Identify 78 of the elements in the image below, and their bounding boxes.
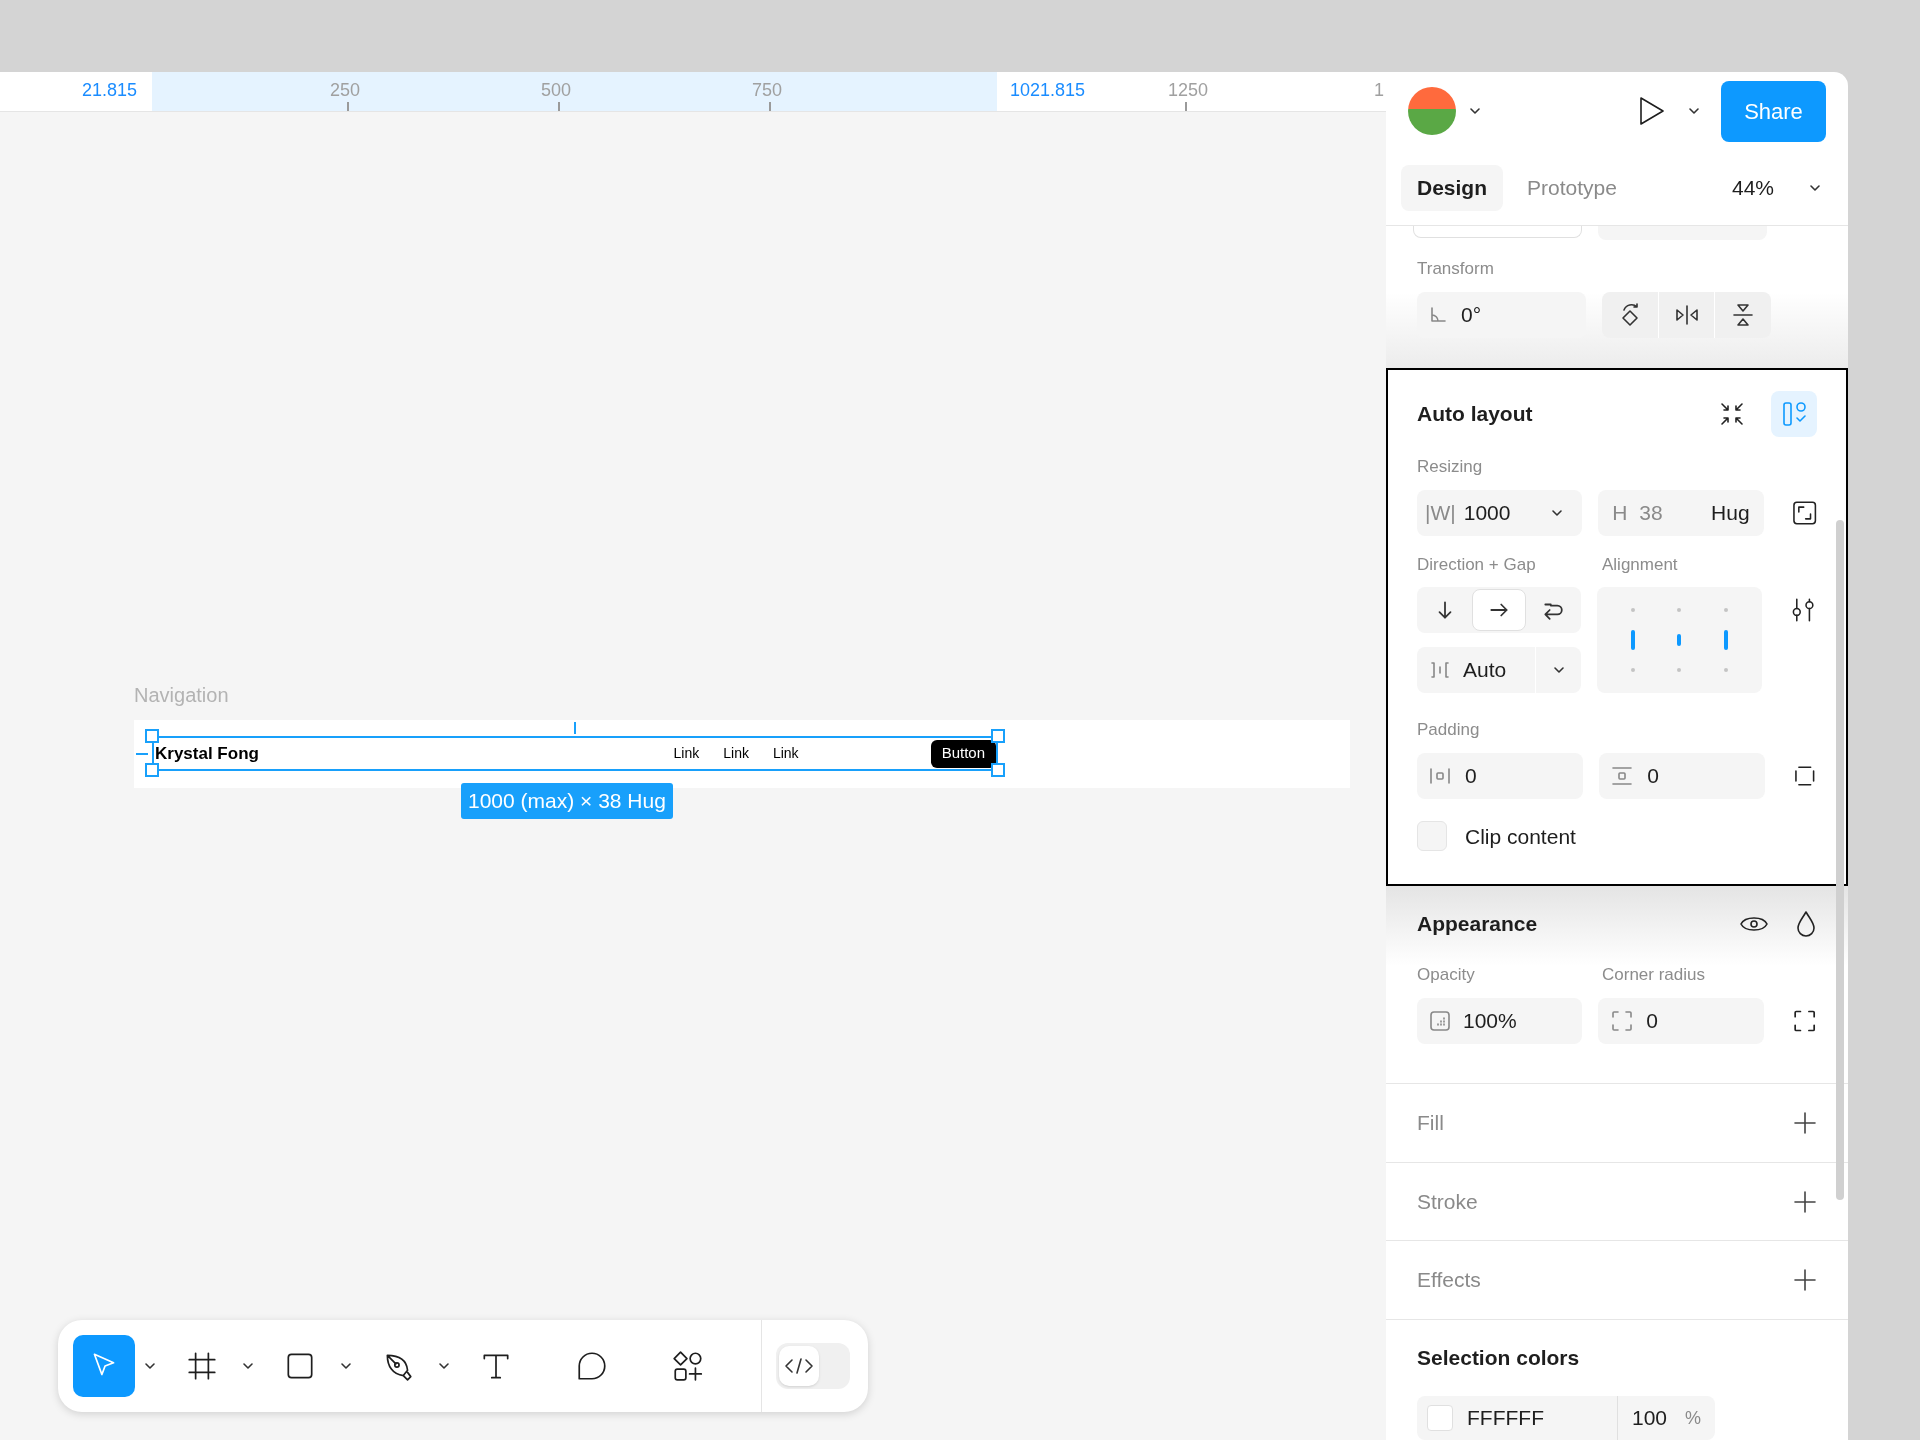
spacing-guide — [574, 722, 576, 734]
input-field[interactable] — [1413, 226, 1582, 238]
layout-guide-icon — [1780, 400, 1808, 428]
code-icon — [784, 1356, 814, 1376]
shapes-icon — [671, 1349, 705, 1383]
resize-handle[interactable] — [991, 729, 1005, 743]
size-label: 1000 (max) × 38 Hug — [461, 783, 673, 819]
individual-padding-icon[interactable] — [1793, 763, 1817, 788]
resize-icon[interactable] — [1791, 499, 1817, 526]
section-title: Selection colors — [1417, 1345, 1580, 1372]
section-title: Effects — [1417, 1267, 1481, 1294]
opacity-value: 100 — [1632, 1405, 1668, 1432]
vertical-padding-field[interactable]: 0 — [1599, 752, 1766, 799]
gap-field[interactable]: Auto — [1417, 647, 1582, 693]
section-title: Auto layout — [1417, 401, 1534, 428]
width-prefix: |W| — [1425, 499, 1456, 526]
section-label: Alignment — [1602, 554, 1678, 574]
height-mode: Hug — [1711, 499, 1750, 526]
ruler-label: 1 — [1374, 79, 1384, 102]
spacing-guide — [136, 753, 148, 755]
play-icon[interactable] — [1637, 95, 1667, 127]
section-title: Fill — [1417, 1110, 1444, 1137]
hex-value: FFFFFF — [1467, 1405, 1545, 1432]
vertical-padding-icon — [1611, 765, 1634, 786]
nav-link[interactable]: Link — [723, 743, 749, 764]
dev-mode-toggle[interactable] — [776, 1343, 850, 1389]
plus-icon[interactable] — [1793, 1189, 1817, 1214]
input-field[interactable] — [1598, 226, 1767, 240]
opacity-field[interactable]: 100% — [1417, 997, 1583, 1044]
section-label: Padding — [1417, 720, 1480, 739]
section-label: Resizing — [1417, 457, 1483, 476]
zoom-level[interactable]: 44% — [1731, 171, 1774, 204]
brand-name: Krystal Fong — [154, 742, 259, 765]
checkbox-label: Clip content — [1465, 823, 1576, 850]
section-title: Appearance — [1417, 911, 1539, 938]
width-field[interactable]: |W| 1000 — [1417, 489, 1583, 536]
angle-icon — [1429, 305, 1447, 324]
selected-tool-button[interactable] — [73, 1335, 135, 1397]
horizontal-padding-field[interactable]: 0 — [1417, 752, 1584, 799]
gap-icon — [1429, 660, 1451, 680]
nav-link[interactable]: Link — [673, 743, 700, 764]
opacity-icon — [1429, 1009, 1451, 1032]
section-label: Transform — [1417, 259, 1494, 278]
ruler-label: 250 — [330, 79, 361, 102]
frame-label: Navigation — [134, 683, 229, 708]
ruler-label: 1021.815 — [1010, 79, 1086, 102]
resize-handle[interactable] — [991, 763, 1005, 777]
drop-icon[interactable] — [1795, 910, 1817, 938]
section-title: Stroke — [1417, 1188, 1478, 1215]
percent-unit: % — [1685, 1406, 1702, 1430]
ruler-label: 21.815 — [82, 79, 138, 102]
section-label: Corner radius — [1602, 964, 1705, 986]
nav-link[interactable]: Link — [772, 743, 799, 764]
ruler-label: 750 — [752, 79, 783, 102]
height-field[interactable]: H 38 Hug — [1598, 489, 1764, 536]
color-field[interactable]: FFFFFF 100 % — [1417, 1396, 1715, 1440]
ruler-label: 1250 — [1168, 79, 1209, 102]
section-label: Direction + Gap — [1417, 554, 1536, 574]
plus-icon[interactable] — [1793, 1268, 1817, 1293]
ruler-label: 500 — [541, 79, 572, 102]
avatar[interactable] — [1408, 87, 1456, 135]
checkbox[interactable] — [1417, 821, 1447, 852]
resize-handle[interactable] — [145, 763, 159, 777]
panel-tab[interactable]: Design — [1401, 164, 1503, 211]
height-prefix: H — [1612, 499, 1628, 526]
collapse-arrows-icon[interactable] — [1719, 401, 1745, 427]
direction-option[interactable] — [1471, 589, 1527, 631]
plus-icon[interactable] — [1793, 1110, 1817, 1135]
speech-bubble-icon — [575, 1349, 609, 1383]
horizontal-padding-icon — [1429, 765, 1451, 786]
flip-horizontal-icon — [1673, 303, 1700, 326]
corner-radius-field[interactable]: 0 — [1598, 997, 1764, 1044]
section-label: Opacity — [1417, 965, 1475, 984]
flip-vertical-icon — [1732, 301, 1755, 328]
scrollbar[interactable] — [1836, 520, 1844, 1200]
corner-icon — [1610, 1008, 1635, 1033]
resize-handle[interactable] — [145, 729, 159, 743]
frame-icon — [185, 1349, 219, 1383]
